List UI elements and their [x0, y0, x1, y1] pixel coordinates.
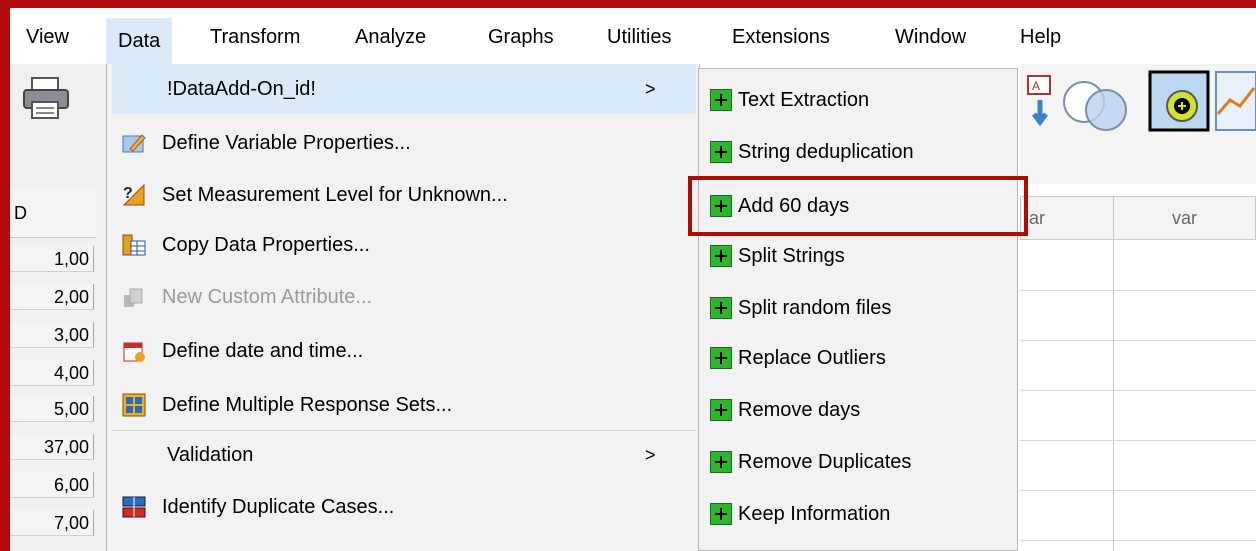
- menu-analyze[interactable]: Analyze: [355, 24, 426, 52]
- row-number[interactable]: 4,00: [10, 360, 94, 386]
- submenu-item-keep-information[interactable]: Keep Information: [700, 490, 1016, 538]
- column-header-var[interactable]: var: [1113, 196, 1256, 240]
- grid-line: [1113, 240, 1114, 551]
- grid-line: [1020, 390, 1256, 391]
- sort-cases-icon[interactable]: A: [1026, 74, 1054, 126]
- menu-item-identify-duplicate-cases[interactable]: Identify Duplicate Cases...: [112, 482, 696, 532]
- row-number[interactable]: 37,00: [10, 434, 94, 460]
- calendar-icon: [123, 342, 145, 362]
- submenu-item-string-deduplication[interactable]: String deduplication: [700, 128, 1016, 176]
- menu-graphs[interactable]: Graphs: [488, 24, 554, 52]
- menu-item-set-measurement-level[interactable]: ? Set Measurement Level for Unknown...: [112, 170, 696, 220]
- submenu-item-split-strings[interactable]: Split Strings: [700, 232, 1016, 280]
- row-number[interactable]: 6,00: [10, 472, 94, 498]
- plus-icon: [710, 245, 732, 267]
- copy-table-icon: [122, 234, 146, 256]
- menu-item-define-multiple-response-sets[interactable]: Define Multiple Response Sets...: [112, 380, 696, 430]
- duplicate-cases-icon: [122, 496, 146, 518]
- printer-icon[interactable]: [22, 76, 70, 120]
- grid-line: [1020, 540, 1256, 541]
- menu-data[interactable]: Data: [106, 18, 173, 64]
- svg-text:A: A: [1032, 79, 1040, 93]
- submenu-arrow-icon: >: [645, 445, 656, 465]
- plus-icon: [710, 89, 732, 111]
- plus-icon: [710, 451, 732, 473]
- annotation-highlight-box: [688, 176, 1028, 236]
- red-frame-top: [0, 0, 1256, 8]
- question-ruler-icon: ?: [122, 183, 145, 206]
- menu-extensions[interactable]: Extensions: [732, 24, 830, 52]
- row-number[interactable]: 1,00: [10, 246, 94, 272]
- menu-transform[interactable]: Transform: [210, 24, 300, 52]
- row-number[interactable]: 3,00: [10, 322, 94, 348]
- plus-icon: [710, 503, 732, 525]
- plus-icon: [710, 399, 732, 421]
- submenu-item-remove-days[interactable]: Remove days: [700, 386, 1016, 434]
- chart-icon[interactable]: [1214, 70, 1256, 132]
- submenu-item-replace-outliers[interactable]: Replace Outliers: [700, 334, 1016, 382]
- pencil-tag-icon: [122, 134, 146, 153]
- column-header-id[interactable]: D: [10, 188, 96, 238]
- menu-item-validation[interactable]: Validation >: [112, 430, 696, 480]
- menu-item-define-date-time[interactable]: Define date and time...: [112, 326, 696, 376]
- menu-view[interactable]: View: [26, 24, 69, 52]
- plus-icon: [710, 347, 732, 369]
- menubar: View Data Transform Analyze Graphs Utili…: [10, 8, 1256, 64]
- grid-sets-icon: [122, 393, 146, 417]
- red-frame-left: [0, 0, 10, 551]
- menu-item-dataaddon[interactable]: !DataAdd-On_id! >: [112, 64, 696, 114]
- menu-help[interactable]: Help: [1020, 24, 1061, 52]
- plus-icon: [710, 141, 732, 163]
- submenu-item-split-random-files[interactable]: Split random files: [700, 284, 1016, 332]
- grid-line: [1020, 340, 1256, 341]
- grid-line: [1020, 490, 1256, 491]
- row-number[interactable]: 2,00: [10, 284, 94, 310]
- menu-item-define-variable-properties[interactable]: Define Variable Properties...: [112, 118, 696, 168]
- row-number[interactable]: 5,00: [10, 396, 94, 422]
- submenu-arrow-icon: >: [645, 79, 656, 99]
- menu-item-new-custom-attribute[interactable]: New Custom Attribute...: [112, 272, 696, 322]
- grid-line: [1020, 440, 1256, 441]
- submenu-item-text-extraction[interactable]: Text Extraction: [700, 76, 1016, 124]
- column-header-var[interactable]: ar: [1020, 196, 1114, 240]
- menu-utilities[interactable]: Utilities: [607, 24, 671, 52]
- grid-line: [1020, 290, 1256, 291]
- venn-circles-icon[interactable]: [1060, 76, 1136, 132]
- row-number[interactable]: 7,00: [10, 510, 94, 536]
- plus-icon: [710, 297, 732, 319]
- menu-item-copy-data-properties[interactable]: Copy Data Properties...: [112, 220, 696, 270]
- svg-text:?: ?: [123, 185, 133, 202]
- menu-window[interactable]: Window: [895, 24, 966, 52]
- add-case-icon[interactable]: [1148, 70, 1210, 132]
- submenu-item-remove-duplicates[interactable]: Remove Duplicates: [700, 438, 1016, 486]
- custom-attribute-icon: [124, 288, 143, 307]
